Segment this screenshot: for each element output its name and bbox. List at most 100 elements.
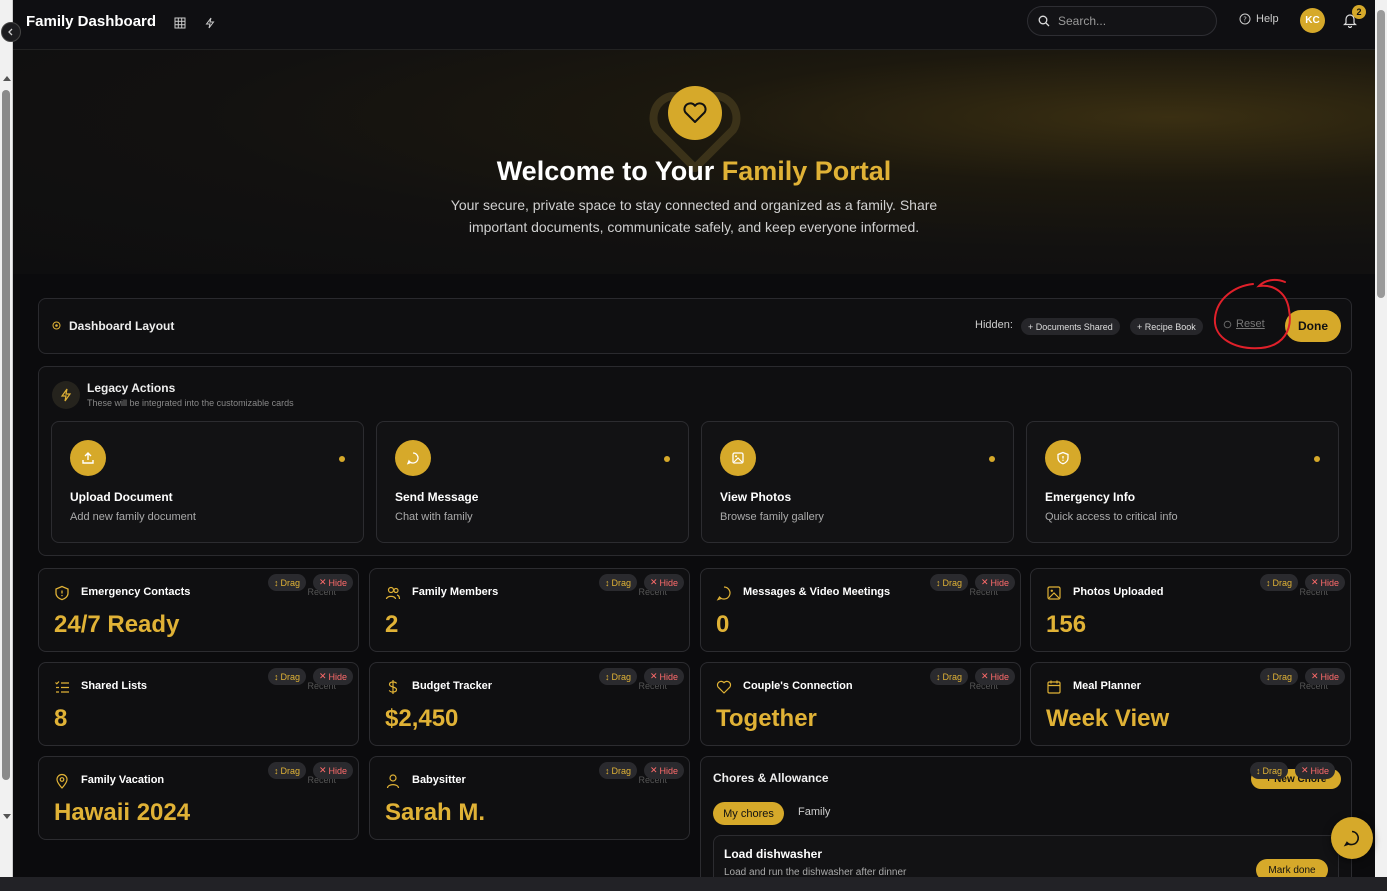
drag-handle[interactable]: ↕ Drag [930,668,969,685]
card-photos-uploaded[interactable]: Photos Uploaded Recent ↕ Drag ✕ Hide 156 [1030,568,1351,652]
hide-button[interactable]: ✕ Hide [313,668,354,685]
drag-handle[interactable]: ↕ Drag [268,668,307,685]
hidden-label: Hidden: [975,319,1013,331]
card-value: Week View [1046,705,1170,732]
action-send-message[interactable]: Send Message Chat with family [376,421,689,543]
legacy-actions-panel: Legacy Actions These will be integrated … [38,366,1352,556]
hide-button[interactable]: ✕ Hide [975,668,1016,685]
shield-icon [55,585,69,601]
lightning-icon [60,388,72,402]
card-babysitter[interactable]: Babysitter Recent ↕ Drag ✕ Hide Sarah M. [369,756,690,840]
message-icon [716,586,731,601]
search-input[interactable] [1058,14,1198,28]
shield-icon [1057,451,1069,465]
drag-handle[interactable]: ↕ Drag [1260,574,1299,591]
help-link[interactable]: ? Help [1239,13,1279,25]
drag-handle[interactable]: ↕ Drag [930,574,969,591]
right-scrollbar[interactable] [1375,0,1387,891]
done-button[interactable]: Done [1285,310,1341,342]
card-messages-video-meetings[interactable]: Messages & Video Meetings Recent ↕ Drag … [700,568,1021,652]
action-subtitle: Add new family document [70,511,196,523]
hide-button[interactable]: ✕ Hide [1295,762,1336,779]
reset-button[interactable]: Reset [1223,318,1265,330]
hide-label: Hide [328,765,348,776]
action-emergency-info[interactable]: Emergency Info Quick access to critical … [1026,421,1339,543]
card-family-vacation[interactable]: Family Vacation Recent ↕ Drag ✕ Hide Haw… [38,756,359,840]
card-shared-lists[interactable]: Shared Lists Recent ↕ Drag ✕ Hide 8 [38,662,359,746]
action-upload-document[interactable]: Upload Document Add new family document [51,421,364,543]
legacy-actions-title: Legacy Actions [87,381,176,395]
card-meal-planner[interactable]: Meal Planner Recent ↕ Drag ✕ Hide Week V… [1030,662,1351,746]
lightning-icon[interactable] [202,15,218,31]
card-value: 0 [716,611,730,638]
hide-label: Hide [990,671,1010,682]
hide-button[interactable]: ✕ Hide [644,574,685,591]
drag-label: Drag [1272,577,1293,588]
card-value: 156 [1046,611,1087,638]
card-title: Emergency Contacts [81,586,191,598]
calendar-icon [1047,680,1061,694]
hide-label: Hide [659,671,679,682]
tab-my-chores[interactable]: My chores [713,802,784,825]
dashboard-layout-bar: Dashboard Layout Hidden: + Documents Sha… [38,298,1352,354]
hide-button[interactable]: ✕ Hide [1305,668,1346,685]
drag-label: Drag [1262,765,1283,776]
action-title: Send Message [395,490,479,504]
card-emergency-contacts[interactable]: Emergency Contacts Recent ↕ Drag ✕ Hide … [38,568,359,652]
action-view-photos[interactable]: View Photos Browse family gallery [701,421,1014,543]
left-scrollbar[interactable] [0,0,13,891]
hide-button[interactable]: ✕ Hide [313,762,354,779]
hidden-chip-recipe-book[interactable]: + Recipe Book [1130,318,1203,335]
status-dot [1314,456,1320,462]
hide-label: Hide [659,577,679,588]
scrollbar-thumb[interactable] [1377,10,1385,298]
search-icon [1038,15,1050,27]
image-icon [1047,586,1061,600]
grid-icon[interactable] [172,15,188,31]
card-value: Hawaii 2024 [54,799,191,826]
scrollbar-thumb[interactable] [2,90,10,780]
hidden-chip-documents-shared[interactable]: + Documents Shared [1021,318,1120,335]
drag-handle[interactable]: ↕ Drag [1260,668,1299,685]
drag-handle[interactable]: ↕ Drag [1250,762,1289,779]
card-budget-tracker[interactable]: Budget Tracker Recent ↕ Drag ✕ Hide $2,4… [369,662,690,746]
hide-label: Hide [328,577,348,588]
drag-handle[interactable]: ↕ Drag [268,574,307,591]
upload-icon [82,452,94,464]
scroll-up-arrow-icon[interactable] [3,76,11,81]
search-box[interactable] [1027,6,1217,36]
hide-button[interactable]: ✕ Hide [1305,574,1346,591]
tab-family[interactable]: Family [798,806,830,818]
drag-label: Drag [280,577,301,588]
drag-label: Drag [611,671,632,682]
message-icon [406,452,419,465]
drag-handle[interactable]: ↕ Drag [599,762,638,779]
chat-icon [1343,830,1359,847]
heart-icon [683,102,707,123]
drag-handle[interactable]: ↕ Drag [599,668,638,685]
hide-button[interactable]: ✕ Hide [313,574,354,591]
chat-button[interactable] [1331,817,1373,859]
hide-button[interactable]: ✕ Hide [644,668,685,685]
card-couples-connection[interactable]: Couple's Connection Recent ↕ Drag ✕ Hide… [700,662,1021,746]
drag-label: Drag [611,765,632,776]
action-subtitle: Quick access to critical info [1045,511,1178,523]
hero-title: Welcome to Your Family Portal [13,156,1375,187]
legacy-actions-subtitle: These will be integrated into the custom… [87,398,294,408]
card-title: Photos Uploaded [1073,586,1164,598]
hide-button[interactable]: ✕ Hide [975,574,1016,591]
drag-handle[interactable]: ↕ Drag [599,574,638,591]
hide-label: Hide [990,577,1010,588]
scroll-down-arrow-icon[interactable] [3,814,11,819]
message-icon-badge [395,440,431,476]
drag-handle[interactable]: ↕ Drag [268,762,307,779]
collapse-sidebar-button[interactable] [1,22,21,42]
hide-button[interactable]: ✕ Hide [644,762,685,779]
card-family-members[interactable]: Family Members Recent ↕ Drag ✕ Hide 2 [369,568,690,652]
shield-icon-badge [1045,440,1081,476]
user-avatar[interactable]: KC [1300,8,1325,33]
status-dot [339,456,345,462]
status-dot [664,456,670,462]
hide-label: Hide [1310,765,1330,776]
card-value: 24/7 Ready [54,611,180,638]
